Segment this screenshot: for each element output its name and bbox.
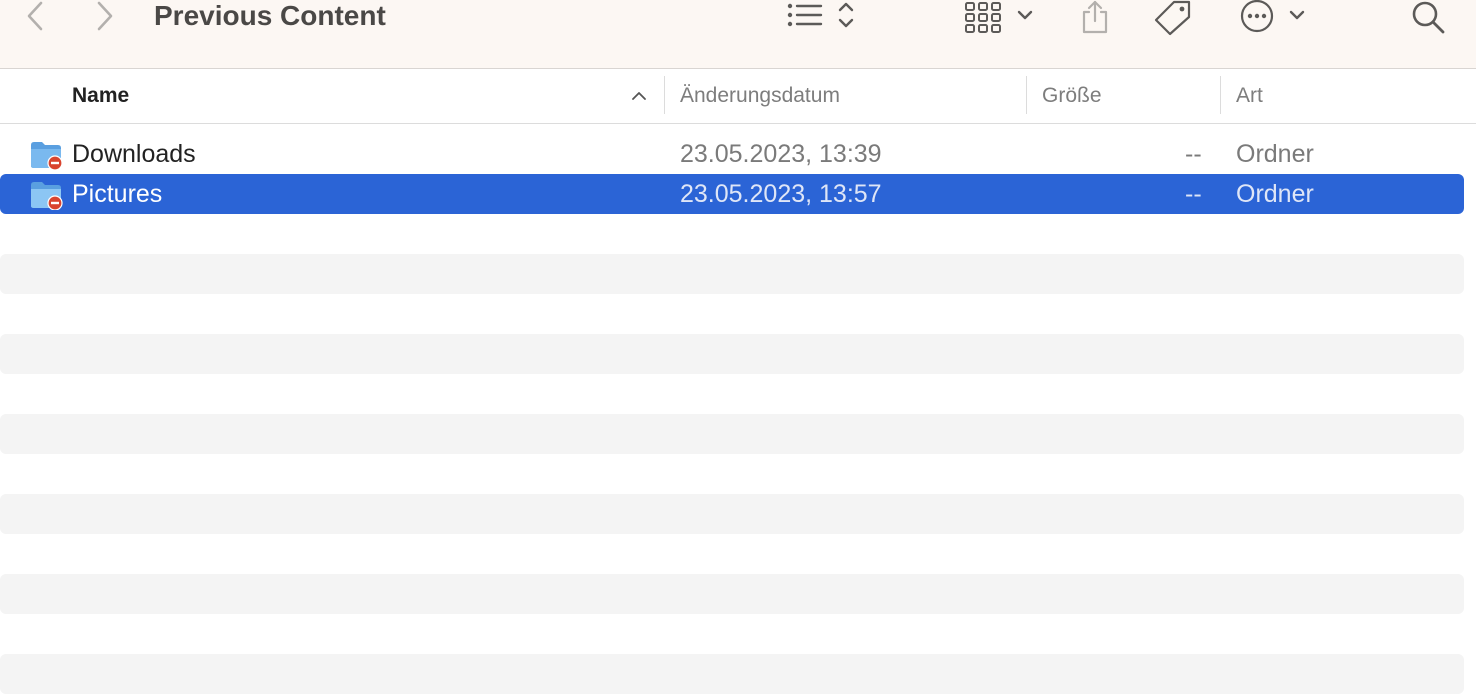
file-name: Pictures	[72, 180, 163, 208]
tag-button[interactable]	[1152, 0, 1194, 36]
column-divider[interactable]	[664, 76, 665, 114]
empty-row-stripe	[0, 334, 1464, 374]
empty-row-stripe	[0, 254, 1464, 294]
window-title: Previous Content	[154, 0, 386, 31]
list-view-button[interactable]	[784, 0, 860, 32]
folder-restricted-icon	[31, 142, 63, 170]
share-icon	[1082, 0, 1108, 34]
chevron-left-icon	[27, 1, 43, 31]
file-kind: Ordner	[1236, 180, 1314, 208]
file-row-downloads[interactable]: Downloads 23.05.2023, 13:39 -- Ordner	[0, 134, 1464, 174]
folder-restricted-icon	[31, 182, 63, 210]
forward-button[interactable]	[92, 0, 118, 32]
grid-view-button[interactable]	[964, 0, 1038, 34]
empty-row-stripe	[0, 414, 1464, 454]
toolbar: Previous Content	[0, 0, 1476, 69]
share-button[interactable]	[1078, 0, 1112, 34]
empty-row-stripe	[0, 494, 1464, 534]
magnifier-icon	[1412, 1, 1445, 34]
search-button[interactable]	[1410, 0, 1448, 34]
back-button[interactable]	[22, 0, 48, 32]
column-divider[interactable]	[1220, 76, 1221, 114]
grid-icon	[965, 2, 1033, 33]
column-kind[interactable]: Art	[1236, 69, 1263, 123]
more-actions-button[interactable]	[1238, 0, 1310, 34]
finder-window: Previous Content Name Änderungsdatum Grö…	[0, 0, 1476, 698]
ellipsis-circle-icon	[1240, 0, 1305, 33]
file-modified: 23.05.2023, 13:39	[680, 140, 882, 168]
file-kind: Ordner	[1236, 140, 1314, 168]
list-icon	[787, 2, 854, 28]
empty-row-stripe	[0, 654, 1464, 694]
column-modified[interactable]: Änderungsdatum	[680, 69, 840, 123]
file-size: --	[1185, 140, 1202, 168]
chevron-right-icon	[97, 1, 113, 31]
column-name[interactable]: Name	[72, 69, 129, 123]
file-row-pictures[interactable]: Pictures 23.05.2023, 13:57 -- Ordner	[0, 174, 1464, 214]
file-size: --	[1185, 180, 1202, 208]
column-divider[interactable]	[1026, 76, 1027, 114]
tag-icon	[1154, 0, 1191, 36]
empty-row-stripe	[0, 574, 1464, 614]
chevron-up-icon[interactable]	[630, 87, 648, 105]
column-header: Name Änderungsdatum Größe Art	[0, 69, 1476, 124]
column-size[interactable]: Größe	[1042, 69, 1102, 123]
file-name: Downloads	[72, 140, 196, 168]
file-modified: 23.05.2023, 13:57	[680, 180, 882, 208]
